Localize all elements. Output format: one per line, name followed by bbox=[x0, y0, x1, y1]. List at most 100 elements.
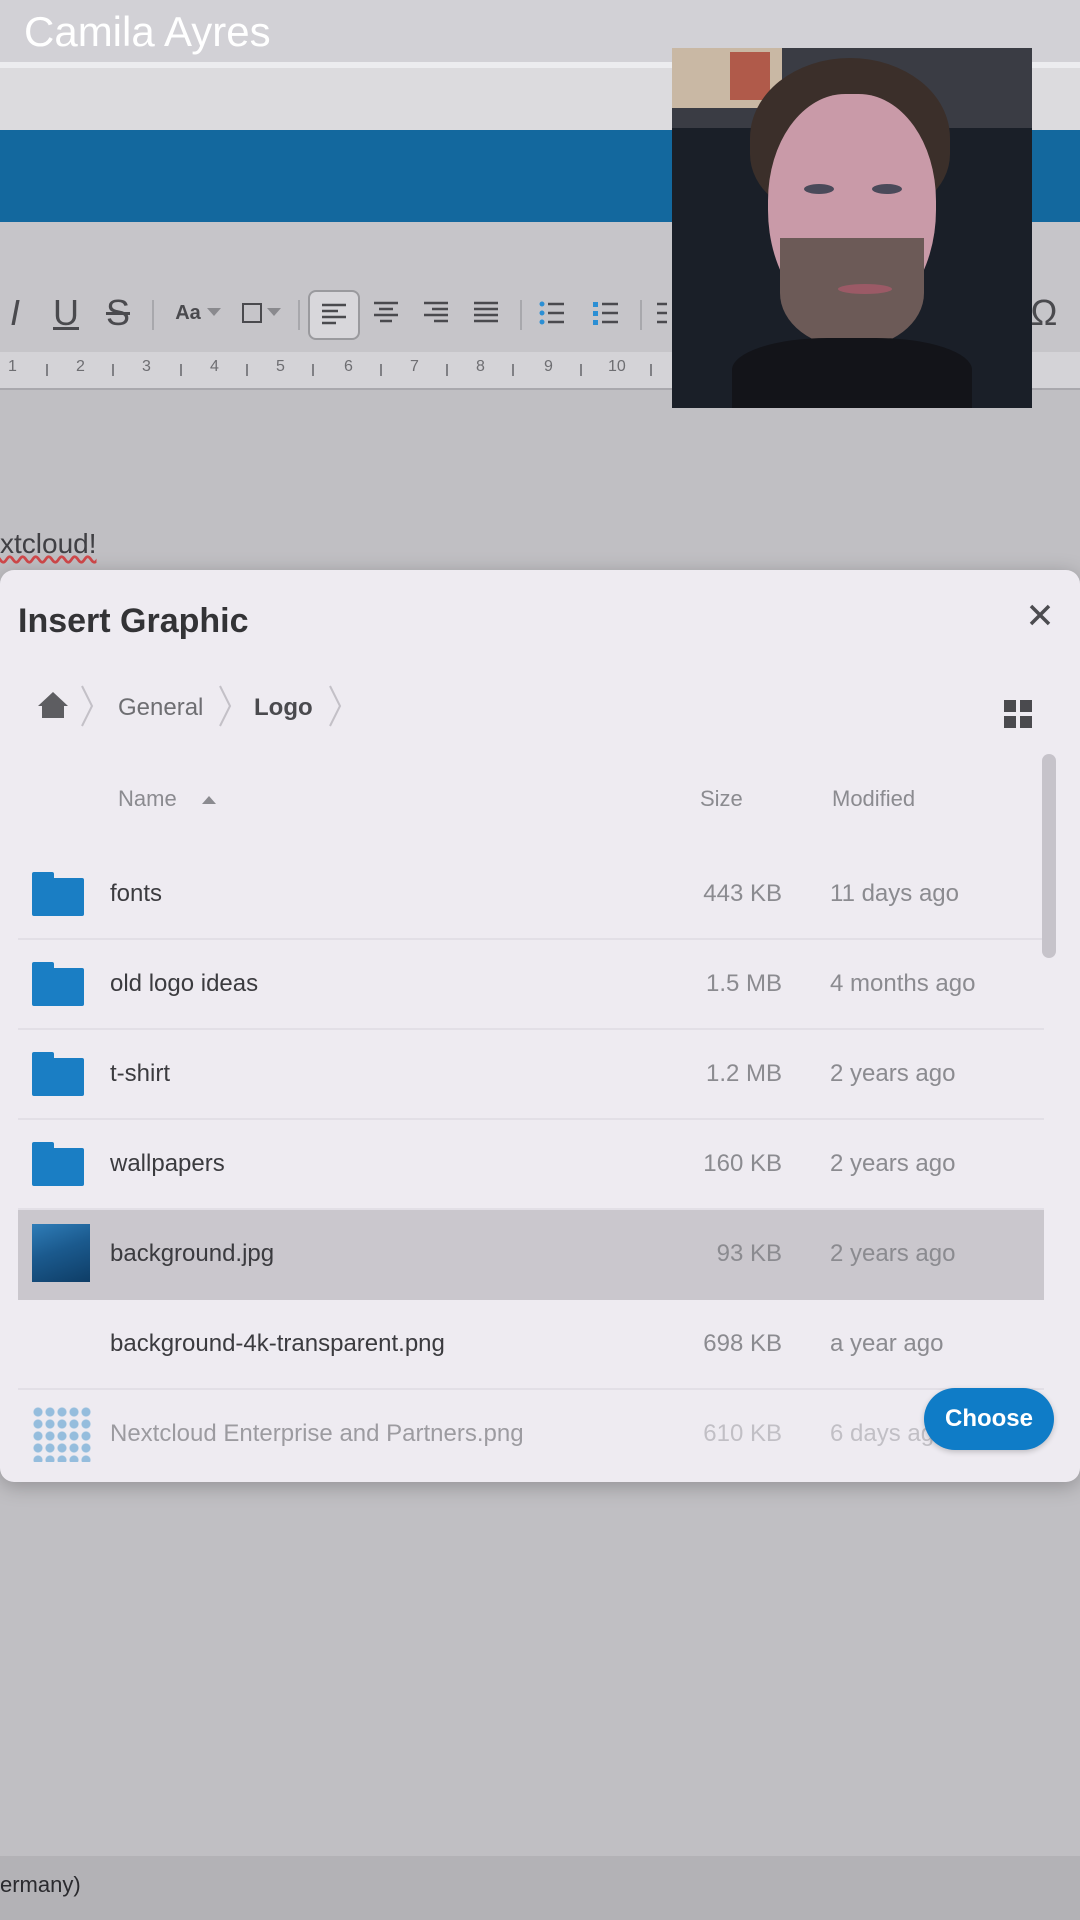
bullet-list-icon bbox=[539, 301, 564, 325]
ruler-tick bbox=[112, 364, 114, 376]
column-header-name[interactable]: Name bbox=[118, 786, 177, 812]
column-header-modified[interactable]: Modified bbox=[832, 786, 915, 812]
file-modified: 2 years ago bbox=[830, 1150, 956, 1177]
breadcrumb-general[interactable]: General bbox=[118, 694, 203, 722]
file-row-old-logo-ideas[interactable]: old logo ideas 1.5 MB 4 months ago bbox=[18, 940, 1044, 1030]
image-thumbnail bbox=[32, 1224, 90, 1282]
scrollbar[interactable] bbox=[1042, 754, 1056, 958]
breadcrumb-logo[interactable]: Logo bbox=[254, 694, 313, 722]
ruler-tick bbox=[512, 364, 514, 376]
indent-button[interactable] bbox=[652, 290, 672, 336]
strikethrough-button[interactable]: S bbox=[100, 290, 136, 336]
italic-button[interactable]: I bbox=[0, 290, 30, 336]
file-name: wallpapers bbox=[110, 1150, 225, 1177]
border-box-icon bbox=[242, 303, 262, 323]
file-modified: 2 years ago bbox=[830, 1060, 956, 1087]
file-name: Nextcloud Enterprise and Partners.png bbox=[110, 1420, 524, 1447]
file-name: background-4k-transparent.png bbox=[110, 1330, 445, 1357]
chevron-down-icon bbox=[267, 308, 281, 316]
numbered-list-button[interactable] bbox=[584, 290, 628, 336]
file-size: 698 KB bbox=[703, 1330, 782, 1357]
ruler-number: 10 bbox=[608, 358, 626, 375]
folder-icon bbox=[32, 872, 84, 916]
border-button[interactable] bbox=[236, 290, 286, 336]
video-person-shirt bbox=[732, 338, 972, 408]
file-name: old logo ideas bbox=[110, 970, 259, 997]
breadcrumb-separator-icon bbox=[219, 685, 232, 727]
grid-view-toggle[interactable] bbox=[1004, 700, 1032, 728]
toolbar-divider bbox=[298, 300, 300, 330]
file-row-background-4k-transparent[interactable]: background-4k-transparent.png 698 KB a y… bbox=[18, 1300, 1044, 1390]
breadcrumb: General Logo bbox=[0, 678, 1000, 738]
toolbar-divider bbox=[152, 300, 154, 330]
align-center-icon bbox=[374, 301, 398, 323]
file-row-nextcloud-enterprise[interactable]: Nextcloud Enterprise and Partners.png 61… bbox=[18, 1390, 1044, 1478]
grid-view-icon bbox=[1004, 700, 1032, 728]
align-right-button[interactable] bbox=[414, 290, 458, 336]
bullet-list-button[interactable] bbox=[530, 290, 574, 336]
ruler-number: 6 bbox=[344, 358, 353, 375]
file-size: 1.5 MB bbox=[705, 970, 782, 997]
status-bar bbox=[0, 1856, 1080, 1920]
file-modified: 4 months ago bbox=[830, 970, 976, 997]
ruler-tick bbox=[580, 364, 582, 376]
file-size: 610 KB bbox=[703, 1420, 782, 1447]
ruler-number: 1 bbox=[8, 358, 17, 375]
font-size-button[interactable]: Aa bbox=[168, 290, 228, 336]
sort-ascending-icon bbox=[202, 796, 216, 804]
close-icon bbox=[1029, 604, 1051, 626]
font-size-label: Aa bbox=[175, 301, 201, 324]
align-justify-icon bbox=[474, 301, 498, 323]
align-right-icon bbox=[424, 301, 448, 323]
dialog-title: Insert Graphic bbox=[18, 602, 249, 640]
video-poster bbox=[730, 52, 770, 100]
breadcrumb-separator-icon bbox=[81, 685, 94, 727]
video-person-eye bbox=[804, 184, 834, 194]
align-center-button[interactable] bbox=[364, 290, 408, 336]
ruler-number: 2 bbox=[76, 358, 85, 375]
file-row-t-shirt[interactable]: t-shirt 1.2 MB 2 years ago bbox=[18, 1030, 1044, 1120]
ruler-number: 3 bbox=[142, 358, 151, 375]
folder-icon bbox=[32, 1052, 84, 1096]
file-row-wallpapers[interactable]: wallpapers 160 KB 2 years ago bbox=[18, 1120, 1044, 1210]
folder-icon bbox=[32, 962, 84, 1006]
ruler-number: 5 bbox=[276, 358, 285, 375]
breadcrumb-home[interactable] bbox=[36, 688, 70, 722]
file-name: background.jpg bbox=[110, 1240, 275, 1267]
file-size: 443 KB bbox=[703, 880, 782, 907]
document-text: xtcloud! bbox=[0, 528, 97, 560]
file-modified: 11 days ago bbox=[830, 880, 959, 907]
ruler-tick bbox=[446, 364, 448, 376]
toolbar-divider bbox=[640, 300, 642, 330]
file-name: fonts bbox=[110, 880, 163, 907]
file-size: 93 KB bbox=[716, 1240, 782, 1267]
align-left-icon bbox=[322, 303, 346, 325]
numbered-list-icon bbox=[593, 302, 618, 325]
underline-button[interactable]: U bbox=[48, 290, 84, 336]
caller-name: Camila Ayres bbox=[24, 8, 271, 55]
ruler-number: 8 bbox=[476, 358, 485, 375]
ruler-tick bbox=[180, 364, 182, 376]
column-header-size[interactable]: Size bbox=[700, 786, 743, 812]
folder-icon bbox=[32, 1142, 84, 1186]
document-text-content: xtcloud! bbox=[0, 528, 97, 559]
home-icon bbox=[38, 692, 68, 718]
ruler-tick bbox=[312, 364, 314, 376]
ruler-number: 9 bbox=[544, 358, 553, 375]
file-name: t-shirt bbox=[110, 1060, 170, 1087]
justify-button[interactable] bbox=[464, 290, 508, 336]
indent-icon bbox=[657, 302, 667, 324]
status-bar-text: ermany) bbox=[0, 1872, 81, 1897]
ruler-number: 7 bbox=[410, 358, 419, 375]
video-person-eye bbox=[872, 184, 902, 194]
ruler-tick bbox=[380, 364, 382, 376]
ruler-tick bbox=[650, 364, 652, 376]
ruler-tick bbox=[246, 364, 248, 376]
file-modified: a year ago bbox=[830, 1330, 944, 1357]
align-left-button[interactable] bbox=[308, 290, 360, 340]
choose-button[interactable]: Choose bbox=[924, 1388, 1054, 1450]
file-row-background-jpg[interactable]: background.jpg 93 KB 2 years ago bbox=[18, 1210, 1044, 1300]
file-row-fonts[interactable]: fonts 443 KB 11 days ago bbox=[18, 850, 1044, 940]
file-modified: 2 years ago bbox=[830, 1240, 956, 1267]
close-button[interactable] bbox=[1020, 594, 1060, 634]
